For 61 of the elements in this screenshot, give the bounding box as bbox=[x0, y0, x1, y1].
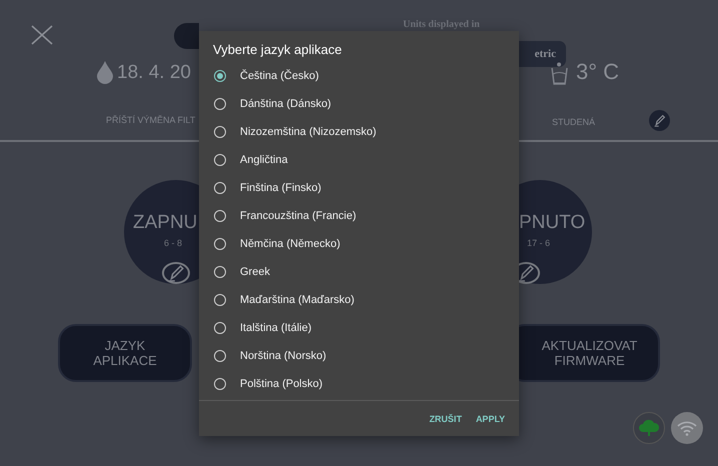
option-label: Čeština (Česko) bbox=[240, 70, 319, 82]
language-option[interactable]: Nizozemština (Nizozemsko) bbox=[199, 118, 519, 146]
wifi-button[interactable] bbox=[671, 412, 703, 444]
option-label: Italština (Itálie) bbox=[240, 322, 312, 334]
language-option[interactable]: Greek bbox=[199, 258, 519, 286]
option-label: Angličtina bbox=[240, 154, 288, 166]
language-option[interactable]: Italština (Itálie) bbox=[199, 314, 519, 342]
schedule-status: ZAPNU bbox=[133, 212, 198, 234]
option-label: Polština (Polsko) bbox=[240, 378, 323, 390]
filter-date: 18. 4. 20 bbox=[117, 61, 191, 85]
radio-button[interactable] bbox=[214, 182, 226, 194]
filter-label: PŘÍŠTÍ VÝMĚNA FILT bbox=[106, 115, 196, 125]
cloud-icon bbox=[638, 419, 660, 437]
option-label: Němčina (Německo) bbox=[240, 238, 340, 250]
option-label: Francouzština (Francie) bbox=[240, 210, 356, 222]
option-label: Norština (Norsko) bbox=[240, 350, 326, 362]
option-label: Greek bbox=[240, 266, 270, 278]
cancel-button[interactable]: ZRUŠIT bbox=[429, 414, 462, 424]
dialog-title: Vyberte jazyk aplikace bbox=[212, 41, 343, 59]
language-option[interactable]: Angličtina bbox=[199, 146, 519, 174]
schedule-hours: 17 - 6 bbox=[527, 238, 550, 248]
radio-button[interactable] bbox=[214, 350, 226, 362]
schedule-hours: 6 - 8 bbox=[164, 238, 182, 248]
firmware-button[interactable]: AKTUALIZOVAT FIRMWARE bbox=[519, 324, 660, 382]
close-icon[interactable] bbox=[31, 25, 53, 45]
language-option[interactable]: Norština (Norsko) bbox=[199, 342, 519, 370]
units-button[interactable]: etric bbox=[519, 41, 566, 67]
wifi-icon bbox=[677, 420, 697, 436]
pencil-icon bbox=[653, 114, 666, 127]
radio-button[interactable] bbox=[214, 210, 226, 222]
schedule-status: PNUTO bbox=[519, 212, 586, 234]
language-option[interactable]: Maďarština (Maďarsko) bbox=[199, 286, 519, 314]
radio-button[interactable] bbox=[214, 294, 226, 306]
language-option[interactable]: Polština (Polsko) bbox=[199, 370, 519, 398]
apply-button[interactable]: APPLY bbox=[476, 414, 505, 424]
radio-button[interactable] bbox=[214, 126, 226, 138]
edit-schedule-button[interactable] bbox=[162, 262, 190, 284]
option-label: Nizozemština (Nizozemsko) bbox=[240, 126, 376, 138]
language-option[interactable]: Francouzština (Francie) bbox=[199, 202, 519, 230]
language-option[interactable]: Dánština (Dánsko) bbox=[199, 90, 519, 118]
radio-button[interactable] bbox=[214, 322, 226, 334]
language-option[interactable]: Finština (Finsko) bbox=[199, 174, 519, 202]
language-option[interactable]: Čeština (Česko) bbox=[199, 62, 519, 90]
edit-button[interactable] bbox=[649, 110, 670, 131]
radio-button[interactable] bbox=[214, 154, 226, 166]
water-drop-icon bbox=[97, 61, 113, 84]
option-label: Maďarština (Maďarsko) bbox=[240, 294, 354, 306]
language-button[interactable]: JAZYK APLIKACE bbox=[58, 324, 192, 382]
temperature-label: STUDENÁ bbox=[552, 117, 596, 127]
water-glass-icon bbox=[551, 62, 568, 85]
language-option[interactable]: Němčina (Německo) bbox=[199, 230, 519, 258]
radio-button[interactable] bbox=[214, 98, 226, 110]
pencil-icon bbox=[519, 264, 535, 282]
radio-button[interactable] bbox=[214, 266, 226, 278]
pencil-icon bbox=[167, 264, 185, 282]
temperature-value: 3° C bbox=[576, 59, 620, 85]
option-label: Finština (Finsko) bbox=[240, 182, 322, 194]
radio-button[interactable] bbox=[214, 378, 226, 390]
radio-button[interactable] bbox=[214, 70, 226, 82]
option-label: Dánština (Dánsko) bbox=[240, 98, 332, 110]
radio-button[interactable] bbox=[214, 238, 226, 250]
